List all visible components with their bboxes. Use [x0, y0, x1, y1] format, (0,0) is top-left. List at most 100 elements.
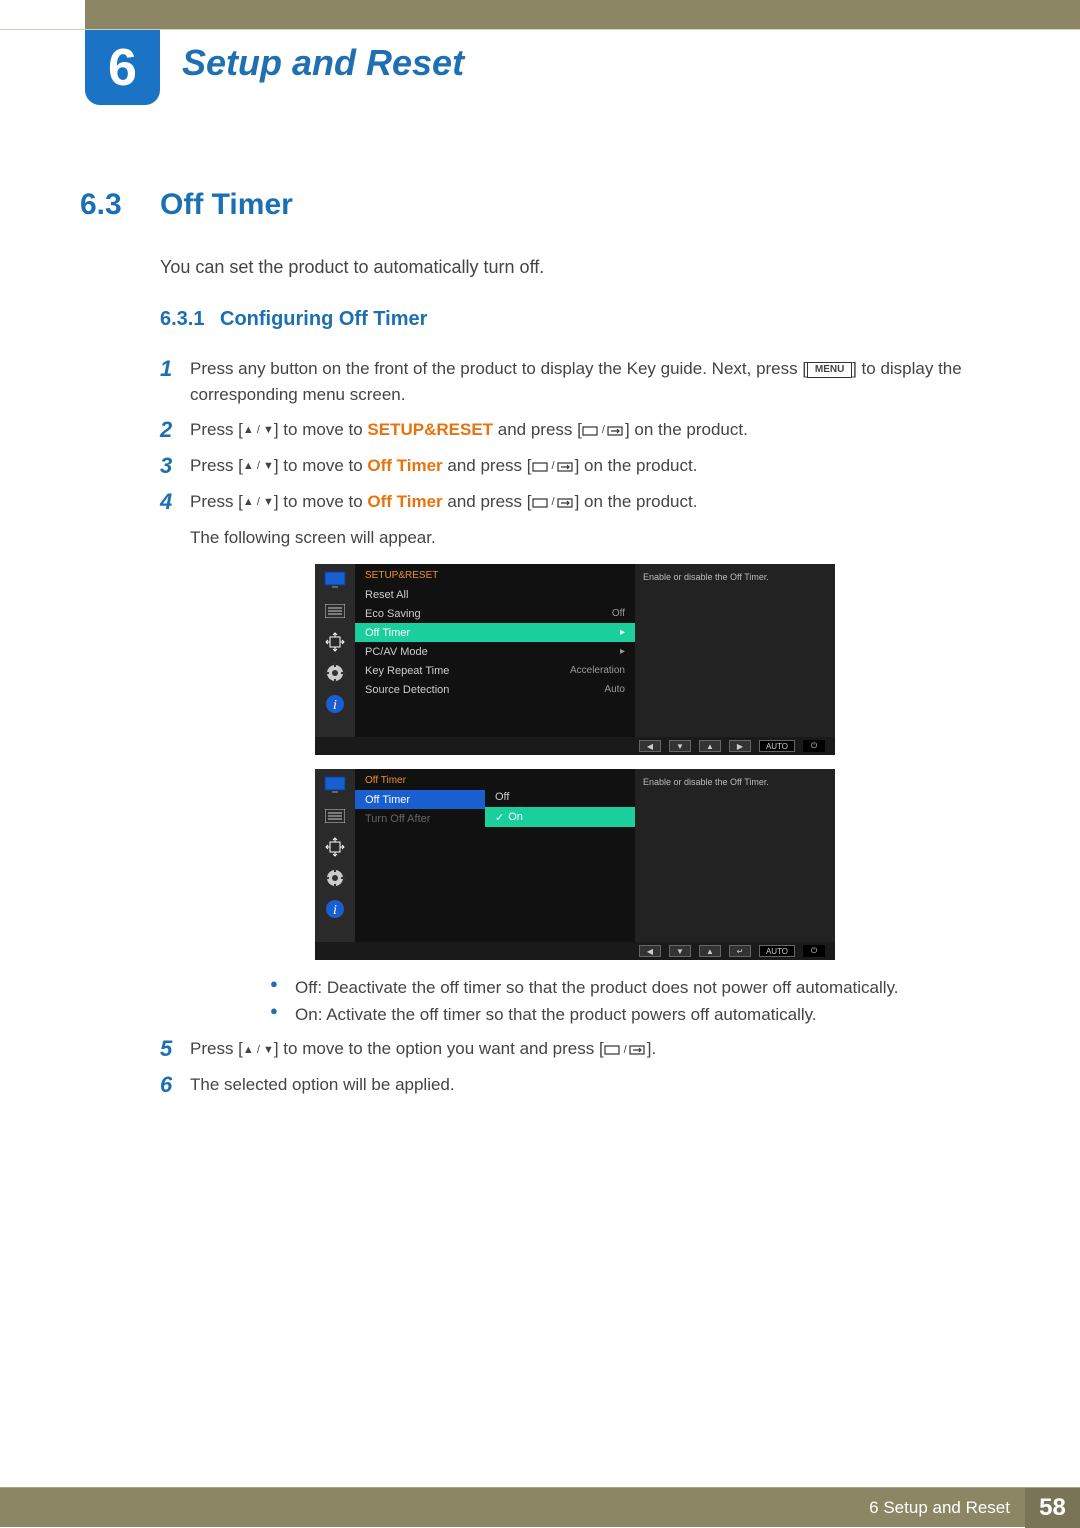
osd-row-value: Off	[612, 608, 625, 619]
osd-row: Reset All	[355, 585, 635, 604]
step-text: Press [	[190, 1039, 243, 1058]
step-number: 6	[160, 1072, 190, 1098]
power-icon: ⏻	[803, 740, 825, 752]
step-2: 2 Press [▲ / ▼] to move to SETUP&RESET a…	[160, 417, 980, 443]
osd-nav-bar: ◀ ▼ ▲ ▶ AUTO ⏻	[315, 737, 835, 755]
osd-nav-bar: ◀ ▼ ▲ ↵ AUTO ⏻	[315, 942, 835, 960]
step-text: ] to move to	[274, 420, 368, 439]
highlight-text: SETUP&RESET	[367, 420, 493, 439]
osd-row-label: Eco Saving	[365, 608, 421, 620]
osd-screenshot-2: i Off Timer Off Timer Turn Off After Off…	[315, 769, 835, 960]
section-body: 6.3 Off Timer You can set the product to…	[80, 188, 980, 1108]
osd-title: SETUP&RESET	[355, 564, 635, 585]
osd-row: Key Repeat TimeAcceleration	[355, 661, 635, 680]
bullet-dot-icon: ●	[270, 1001, 295, 1028]
check-icon: ✓	[495, 811, 504, 824]
menu-button-icon: MENU	[807, 362, 852, 378]
subsection-number: 6.3.1	[160, 308, 220, 331]
osd-row-value: Auto	[604, 684, 625, 695]
option-label: On	[508, 811, 523, 823]
chapter-title: Setup and Reset	[182, 42, 464, 84]
updown-icon: ▲ / ▼	[243, 423, 274, 439]
osd-row-selected: Off Timer▸	[355, 623, 635, 642]
step-text: ] on the product.	[575, 492, 698, 511]
osd-row: Source Detection Auto	[355, 680, 635, 699]
nav-up-icon: ▲	[699, 945, 721, 957]
header-bar	[0, 0, 1080, 30]
section-number: 6.3	[80, 188, 160, 222]
expand-icon	[323, 632, 347, 652]
monitor-icon	[323, 570, 347, 590]
step-text: ] to move to the option you want and pre…	[274, 1039, 604, 1058]
osd-row-disabled: Turn Off After	[355, 809, 485, 828]
info-icon: i	[323, 899, 347, 919]
info-icon: i	[323, 694, 347, 714]
step-number: 5	[160, 1036, 190, 1062]
gear-icon	[323, 663, 347, 683]
list-icon	[323, 601, 347, 621]
bullet-on: ●On: Activate the off timer so that the …	[270, 1001, 980, 1028]
nav-left-icon: ◀	[639, 945, 661, 957]
dropdown-option: Off	[485, 787, 635, 807]
nav-left-icon: ◀	[639, 740, 661, 752]
power-icon: ⏻	[803, 945, 825, 957]
step-4: 4 Press [▲ / ▼] to move to Off Timer and…	[160, 489, 980, 550]
dropdown-option-selected: ✓ On	[485, 807, 635, 827]
bullet-text: : Activate the off timer so that the pro…	[318, 1005, 817, 1024]
nav-down-icon: ▼	[669, 945, 691, 957]
step-number: 1	[160, 356, 190, 382]
nav-auto-button: AUTO	[759, 740, 795, 752]
osd-row-label: Source Detection	[365, 684, 449, 696]
enter-source-icon: /	[604, 1042, 647, 1058]
step-text: Press [	[190, 420, 243, 439]
chapter-badge: 6	[85, 30, 160, 105]
osd-row-selected: Off Timer	[355, 790, 485, 809]
step-note: The following screen will appear.	[190, 525, 697, 551]
chevron-right-icon: ▸	[620, 646, 625, 657]
nav-up-icon: ▲	[699, 740, 721, 752]
step-text: ] on the product.	[575, 456, 698, 475]
page-footer: 6 Setup and Reset 58	[0, 1487, 1080, 1527]
osd-title: Off Timer	[355, 769, 485, 790]
step-text: The selected option will be applied.	[190, 1075, 455, 1094]
section-intro: You can set the product to automatically…	[160, 257, 980, 278]
updown-icon: ▲ / ▼	[243, 495, 274, 511]
svg-text:i: i	[333, 903, 337, 918]
chapter-number: 6	[108, 38, 137, 98]
footer-chapter-title: Setup and Reset	[883, 1498, 1010, 1517]
step-text: ].	[647, 1039, 656, 1058]
step-3: 3 Press [▲ / ▼] to move to Off Timer and…	[160, 453, 980, 479]
osd-row: PC/AV Mode ▸	[355, 642, 635, 661]
svg-text:i: i	[333, 698, 337, 713]
subsection-title: Configuring Off Timer	[220, 308, 427, 331]
section-title: Off Timer	[160, 188, 293, 222]
step-number: 2	[160, 417, 190, 443]
step-text: ] on the product.	[625, 420, 748, 439]
step-text: Press any button on the front of the pro…	[190, 359, 807, 378]
nav-auto-button: AUTO	[759, 945, 795, 957]
osd-row-label: Turn Off After	[365, 813, 430, 825]
step-text: Press [	[190, 492, 243, 511]
step-text: and press [	[443, 456, 532, 475]
gear-icon	[323, 868, 347, 888]
step-text: and press [	[493, 420, 582, 439]
step-text: and press [	[443, 492, 532, 511]
footer-chapter-num: 6	[869, 1498, 878, 1517]
step-5: 5 Press [▲ / ▼] to move to the option yo…	[160, 1036, 980, 1062]
osd-screenshot-1: i SETUP&RESET Reset All Eco Saving Off Of…	[315, 564, 835, 755]
osd-row-label: Off Timer	[365, 794, 410, 806]
updown-icon: ▲ / ▼	[243, 459, 274, 475]
bullet-off: ●Off: Deactivate the off timer so that t…	[270, 974, 980, 1001]
step-text: Press [	[190, 456, 243, 475]
bullet-highlight: On	[295, 1005, 318, 1024]
enter-source-icon: /	[532, 459, 575, 475]
chevron-right-icon: ▸	[620, 627, 625, 638]
osd-row-value: Acceleration	[570, 665, 625, 676]
nav-down-icon: ▼	[669, 740, 691, 752]
expand-icon	[323, 837, 347, 857]
step-text: ] to move to	[274, 456, 368, 475]
option-label: Off	[495, 791, 509, 803]
osd-row-label: PC/AV Mode	[365, 646, 428, 658]
enter-source-icon: /	[532, 495, 575, 511]
osd-row: Eco Saving Off	[355, 604, 635, 623]
